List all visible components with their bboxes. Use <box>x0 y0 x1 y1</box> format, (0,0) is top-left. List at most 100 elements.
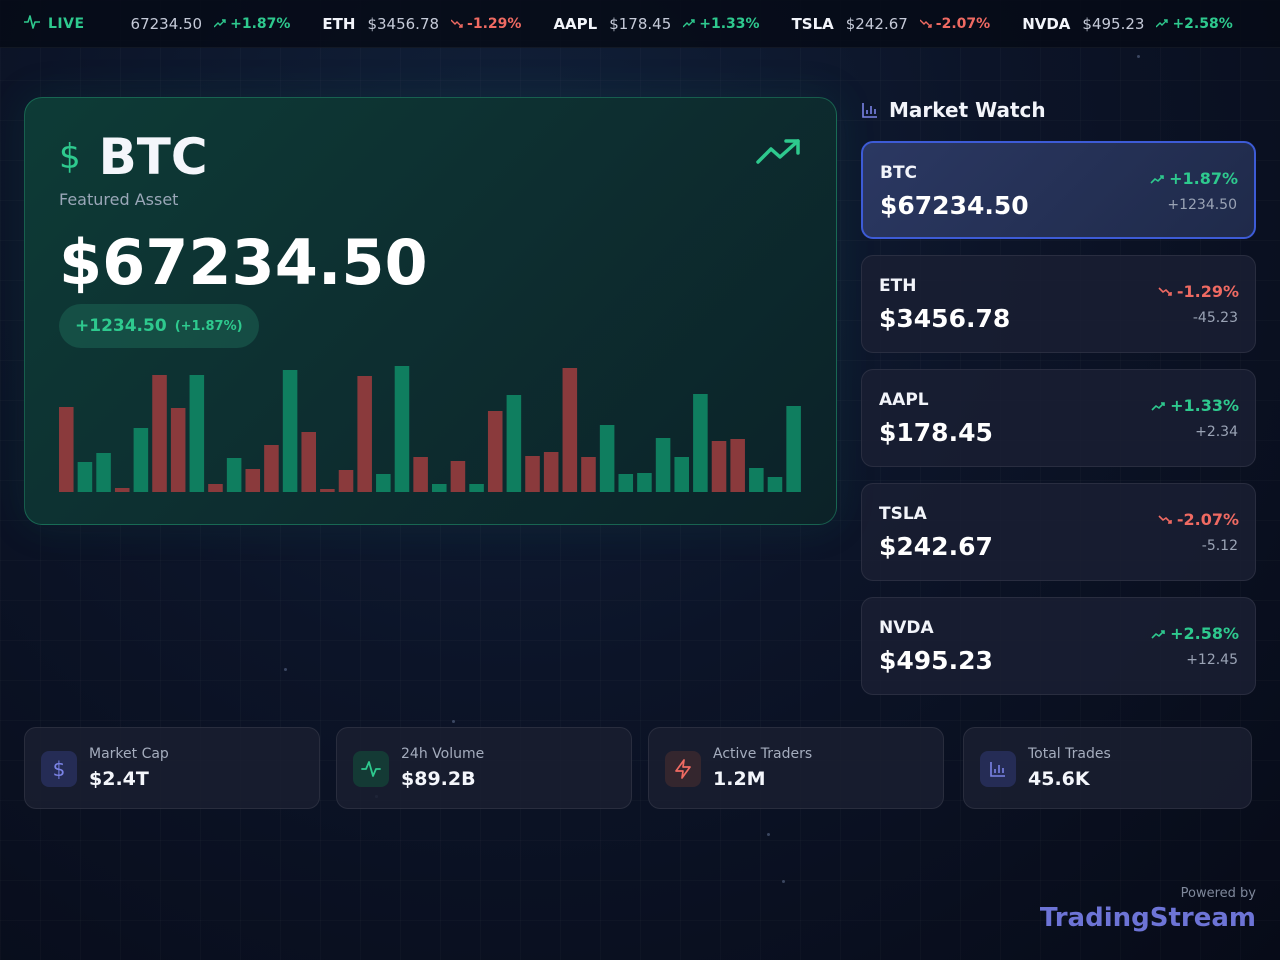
dollar-icon: $ <box>41 751 77 787</box>
chart-bar <box>320 489 335 492</box>
chart-bar <box>618 474 634 492</box>
market-watch-title: Market Watch <box>889 98 1046 122</box>
asset-change-pct: +1.33% <box>1151 396 1239 415</box>
ticker-change: +1.33% <box>683 16 760 32</box>
ticker-price: $178.45 <box>609 14 672 33</box>
trending-down-icon <box>919 19 932 28</box>
chart-bar <box>693 394 708 492</box>
ticker-price: $3456.78 <box>367 14 440 33</box>
trending-up-icon <box>1156 19 1169 28</box>
chart-bar <box>581 457 596 492</box>
live-indicator: LIVE <box>23 14 85 33</box>
featured-change-badge: +1234.50 (+1.87%) <box>59 304 259 348</box>
bar-chart-icon <box>980 751 1016 787</box>
chart-bar <box>525 456 540 492</box>
market-watch-item-aapl[interactable]: AAPL $178.45 +1.33% +2.34 <box>861 369 1256 467</box>
market-watch-item-nvda[interactable]: NVDA $495.23 +2.58% +12.45 <box>861 597 1256 695</box>
ticker-change: -2.07% <box>919 16 990 32</box>
ticker-symbol: TSLA <box>791 14 834 33</box>
asset-price: $495.23 <box>879 646 993 675</box>
ticker-item[interactable]: ETH $3456.78 -1.29% <box>322 15 521 33</box>
featured-change-pct: (+1.87%) <box>174 318 243 334</box>
asset-change-abs: +12.45 <box>1186 652 1238 668</box>
chart-bar <box>543 452 559 492</box>
chart-bar <box>152 375 167 492</box>
asset-symbol: NVDA <box>879 618 934 638</box>
ticker-price: 67234.50 <box>130 14 203 33</box>
bar-chart-icon <box>862 103 877 118</box>
chart-bar <box>264 445 279 492</box>
stat-card-market-cap: $ Market Cap $2.4T <box>24 727 320 809</box>
chart-bar <box>376 474 391 492</box>
chart-bar <box>59 407 74 492</box>
asset-price: $67234.50 <box>880 191 1029 220</box>
chart-bar <box>599 425 615 492</box>
ticker-item[interactable]: AAPL $178.45 +1.33% <box>553 15 759 33</box>
asset-change-pct: +2.58% <box>1151 624 1239 643</box>
asset-change-abs: +1234.50 <box>1167 197 1237 213</box>
asset-change-abs: -5.12 <box>1201 538 1238 554</box>
asset-change-pct: +1.87% <box>1150 169 1238 188</box>
chart-bar <box>226 458 242 492</box>
featured-change-abs: +1234.50 <box>75 316 167 336</box>
chart-bar <box>786 406 801 492</box>
stat-value: 1.2M <box>713 768 766 790</box>
chart-bar <box>655 438 671 492</box>
background-dot <box>767 833 770 836</box>
asset-price: $3456.78 <box>879 304 1011 333</box>
featured-subtitle: Featured Asset <box>59 190 179 209</box>
ticker-price: $495.23 <box>1082 14 1145 33</box>
ticker-symbol: NVDA <box>1022 14 1071 33</box>
stat-card-24h-volume: 24h Volume $89.2B <box>336 727 632 809</box>
stat-value: $2.4T <box>89 768 149 790</box>
featured-asset-card[interactable]: $ BTC Featured Asset $67234.50 +1234.50 … <box>24 97 837 525</box>
asset-change-pct: -1.29% <box>1158 282 1239 301</box>
asset-price: $242.67 <box>879 532 993 561</box>
chart-bar <box>189 375 205 492</box>
trending-up-icon <box>214 19 226 28</box>
stat-label: 24h Volume <box>401 746 485 762</box>
price-bar-chart <box>59 366 801 492</box>
trending-up-icon <box>1150 174 1164 184</box>
chart-bar <box>674 457 689 492</box>
market-watch-header: Market Watch <box>861 98 1046 122</box>
trending-down-icon <box>1158 514 1172 524</box>
chart-bar <box>133 428 149 492</box>
chart-bar <box>394 366 410 492</box>
asset-symbol: ETH <box>879 276 917 296</box>
chart-bar <box>245 469 261 492</box>
asset-change-abs: -45.23 <box>1192 310 1238 326</box>
ticker-bar: LIVE 67234.50 +1.87% ETH $3456.78 -1.29%… <box>0 0 1280 48</box>
chart-bar <box>730 439 745 492</box>
ticker-symbol: ETH <box>322 14 356 33</box>
brand-logo[interactable]: TradingStream <box>1040 903 1256 933</box>
background-dot <box>452 720 455 723</box>
ticker-item[interactable]: TSLA $242.67 -2.07% <box>792 15 991 33</box>
zap-icon <box>665 751 701 787</box>
dollar-icon: $ <box>59 137 81 177</box>
activity-icon <box>23 14 41 33</box>
market-watch-item-btc[interactable]: BTC $67234.50 +1.87% +1234.50 <box>861 141 1256 239</box>
ticker-item[interactable]: NVDA $495.23 +2.58% <box>1022 15 1233 33</box>
chart-bar <box>114 488 130 492</box>
chart-bar <box>301 432 316 492</box>
asset-symbol: BTC <box>880 163 918 183</box>
ticker-symbol: AAPL <box>553 14 598 33</box>
stat-label: Active Traders <box>713 746 813 762</box>
chart-bar <box>637 473 652 492</box>
ticker-change: -1.29% <box>451 16 521 32</box>
stat-label: Total Trades <box>1028 746 1111 762</box>
background-dot <box>782 880 785 883</box>
ticker-item[interactable]: 67234.50 +1.87% <box>119 15 291 33</box>
asset-change-abs: +2.34 <box>1195 424 1238 440</box>
stat-label: Market Cap <box>89 746 169 762</box>
asset-price: $178.45 <box>879 418 993 447</box>
asset-symbol: TSLA <box>879 504 927 524</box>
chart-bar <box>357 376 372 492</box>
trending-up-icon <box>683 19 695 28</box>
featured-header: $ BTC <box>59 128 208 186</box>
market-watch-item-eth[interactable]: ETH $3456.78 -1.29% -45.23 <box>861 255 1256 353</box>
trending-down-icon <box>451 19 463 28</box>
market-watch-item-tsla[interactable]: TSLA $242.67 -2.07% -5.12 <box>861 483 1256 581</box>
chart-bar <box>749 468 764 492</box>
